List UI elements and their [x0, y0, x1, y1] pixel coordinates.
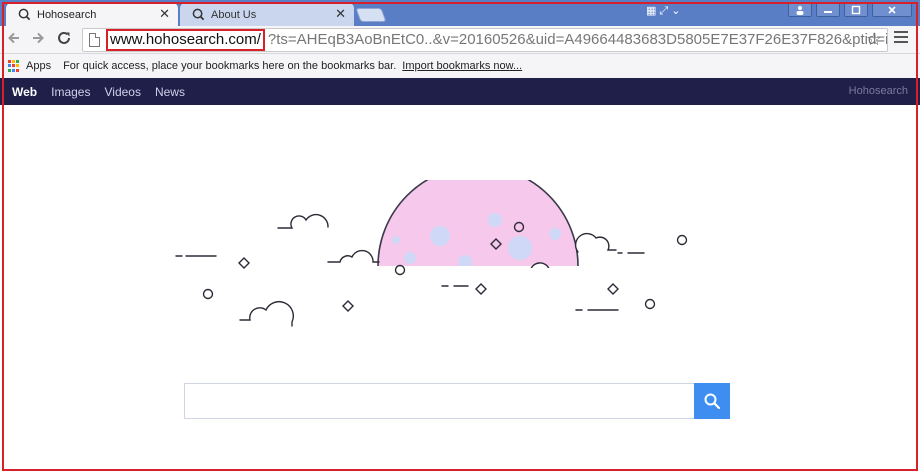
- search-input[interactable]: [184, 383, 694, 419]
- chevron-down-icon: ⌄: [671, 5, 681, 17]
- nav-web[interactable]: Web: [12, 85, 37, 99]
- apps-grid-icon[interactable]: [8, 60, 20, 72]
- site-nav: Web Images Videos News Hohosearch: [0, 78, 920, 105]
- nav-videos[interactable]: Videos: [104, 85, 140, 99]
- window-extra-icons: ▦ ⤢ ⌄: [646, 4, 692, 18]
- url-query: ?ts=AHEqB3AoBnEtC0..&v=20160526&uid=A496…: [267, 31, 887, 48]
- star-diamond: [342, 300, 354, 312]
- menu-icon[interactable]: [894, 31, 908, 46]
- search-q-icon: [192, 8, 205, 21]
- star-diamond: [607, 283, 619, 295]
- tab-title: Hohosearch: [37, 8, 97, 21]
- tab-title: About Us: [211, 8, 257, 21]
- page-icon: [89, 33, 100, 47]
- address-bar[interactable]: www.hohosearch.com/ ?ts=AHEqB3AoBnEtC0..…: [82, 28, 888, 52]
- close-tab-icon[interactable]: ✕: [335, 7, 346, 21]
- import-bookmarks-link[interactable]: Import bookmarks now...: [402, 60, 522, 72]
- minimize-button[interactable]: [816, 2, 840, 17]
- browser-toolbar: www.hohosearch.com/ ?ts=AHEqB3AoBnEtC0..…: [0, 26, 920, 54]
- moon-clouds-illustration: [175, 180, 688, 327]
- title-bar: Hohosearch ✕ About Us ✕ ▦ ⤢ ⌄: [0, 0, 920, 26]
- star-icon[interactable]: ☆: [866, 30, 882, 48]
- cloud: [574, 232, 617, 253]
- cloud: [239, 301, 295, 327]
- tab-about-us[interactable]: About Us ✕: [180, 3, 354, 26]
- grid-icon: ▦: [646, 5, 657, 17]
- close-tab-icon[interactable]: ✕: [159, 7, 170, 21]
- brand-name: Hohosearch: [848, 85, 908, 97]
- magnifier-icon: [704, 393, 721, 410]
- nav-images[interactable]: Images: [51, 85, 90, 99]
- search-button[interactable]: [694, 383, 730, 419]
- tab-hohosearch[interactable]: Hohosearch ✕: [6, 3, 178, 26]
- apps-shortcut[interactable]: Apps: [26, 60, 51, 72]
- cloud: [277, 213, 329, 229]
- expand-icon: ⤢: [659, 5, 669, 17]
- bookmarks-hint: For quick access, place your bookmarks h…: [63, 60, 397, 72]
- bookmarks-bar: Apps For quick access, place your bookma…: [0, 54, 920, 78]
- profile-icon[interactable]: [788, 2, 812, 17]
- star-diamond: [238, 257, 250, 269]
- moon: [377, 180, 579, 267]
- maximize-button[interactable]: [844, 2, 868, 17]
- close-window-button[interactable]: [872, 2, 912, 17]
- nav-news[interactable]: News: [155, 85, 185, 99]
- search-q-icon: [18, 8, 31, 21]
- reload-icon[interactable]: [54, 30, 74, 50]
- window-controls: [788, 2, 912, 17]
- back-arrow-icon[interactable]: [4, 30, 24, 50]
- cloud: [327, 249, 380, 263]
- new-tab-button[interactable]: [355, 8, 387, 22]
- forward-arrow-icon[interactable]: [28, 30, 48, 50]
- url-host: www.hohosearch.com/: [106, 29, 265, 51]
